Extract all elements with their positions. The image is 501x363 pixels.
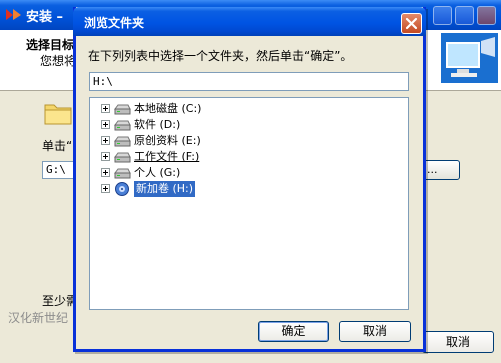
- installer-title: 安装 –: [26, 10, 64, 25]
- expand-icon[interactable]: [101, 104, 110, 113]
- tree-item-label: 个人 (G:): [134, 166, 181, 179]
- installer-cancel-button[interactable]: 取消: [422, 331, 494, 353]
- expand-icon[interactable]: [101, 168, 110, 177]
- installer-brand: 汉化新世纪: [8, 311, 69, 325]
- hard-drive-icon: [114, 152, 131, 163]
- tree-item-f[interactable]: 工作文件 (F:): [90, 149, 390, 165]
- hard-drive-icon: [114, 168, 131, 179]
- installer-header-subtitle: 您想将: [40, 54, 77, 68]
- expand-icon[interactable]: [101, 152, 110, 161]
- installer-header-title: 选择目标: [26, 38, 75, 52]
- close-icon: [405, 17, 418, 30]
- hard-drive-icon: [114, 136, 131, 147]
- installer-click-hint: 单击“: [42, 139, 73, 153]
- hard-drive-icon: [114, 104, 131, 115]
- folder-tree[interactable]: 本地磁盘 (C:) 软件 (D:) 原创资料 (E:) 工作文件 (F:) 个人…: [89, 97, 409, 310]
- tree-item-label: 工作文件 (F:): [134, 150, 200, 163]
- expand-icon[interactable]: [101, 184, 110, 193]
- tree-item-label: 原创资料 (E:): [134, 134, 201, 147]
- tree-item-g[interactable]: 个人 (G:): [90, 165, 390, 181]
- hard-drive-icon: [114, 120, 131, 131]
- dialog-close-button[interactable]: [401, 13, 422, 34]
- tree-item-h[interactable]: 新加卷 (H:): [90, 180, 390, 198]
- tree-item-d[interactable]: 软件 (D:): [90, 117, 390, 133]
- disc-drive-icon: [115, 182, 129, 196]
- folder-icon: [44, 104, 72, 125]
- dialog-title: 浏览文件夹: [84, 16, 145, 30]
- minimize-button[interactable]: [433, 6, 452, 25]
- tree-item-label: 软件 (D:): [134, 118, 181, 131]
- installer-close-button[interactable]: [477, 6, 496, 25]
- expand-icon[interactable]: [101, 136, 110, 145]
- tree-item-e[interactable]: 原创资料 (E:): [90, 133, 390, 149]
- expand-icon[interactable]: [101, 120, 110, 129]
- tree-item-label: 本地磁盘 (C:): [134, 102, 202, 115]
- ok-button[interactable]: 确定: [258, 321, 329, 342]
- installer-app-icon: [6, 9, 21, 20]
- maximize-button[interactable]: [455, 6, 474, 25]
- dialog-instruction: 在下列列表中选择一个文件夹，然后单击“确定”。: [88, 49, 353, 63]
- installer-browse-button[interactable]: ...: [420, 160, 460, 180]
- cancel-button[interactable]: 取消: [339, 321, 411, 342]
- tree-item-c[interactable]: 本地磁盘 (C:): [90, 101, 390, 117]
- setup-computer-icon: [441, 33, 498, 83]
- tree-item-label: 新加卷 (H:): [132, 180, 197, 198]
- folder-path-input[interactable]: H:\: [89, 72, 409, 91]
